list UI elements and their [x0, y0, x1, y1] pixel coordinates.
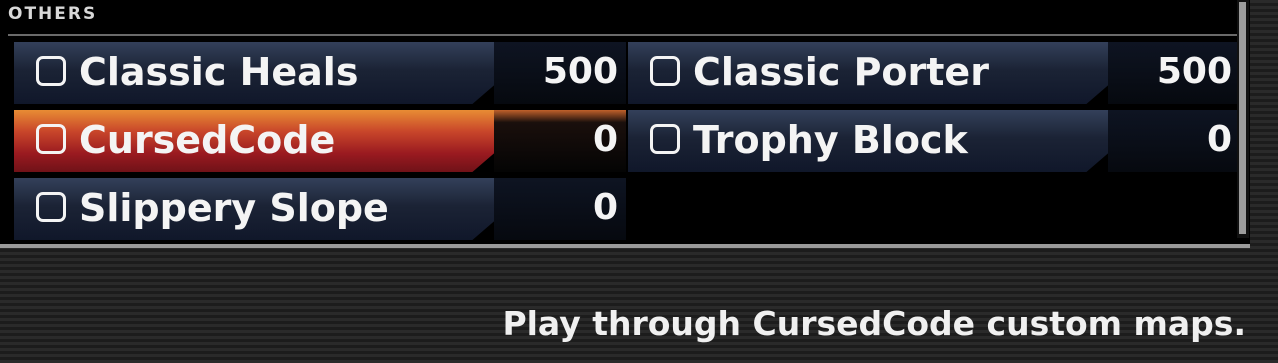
- checkbox-icon[interactable]: [36, 124, 66, 154]
- mod-value: 0: [1206, 119, 1232, 160]
- checkbox-icon[interactable]: [36, 192, 66, 222]
- mod-label: CursedCode: [79, 118, 336, 162]
- mod-value-cell: 500: [494, 42, 626, 104]
- mod-label-cell: Slippery Slope: [14, 178, 494, 240]
- description-text: Play through CursedCode custom maps.: [502, 304, 1246, 343]
- header-divider: [8, 34, 1240, 36]
- scrollbar[interactable]: [1237, 0, 1249, 238]
- scrollbar-thumb[interactable]: [1239, 2, 1246, 234]
- mod-value-cell: 0: [1108, 110, 1240, 172]
- checkbox-icon[interactable]: [36, 56, 66, 86]
- mod-row-slippery-slope[interactable]: Slippery Slope 0: [14, 178, 626, 240]
- mod-label: Trophy Block: [693, 118, 968, 162]
- checkbox-icon[interactable]: [650, 124, 680, 154]
- mod-value: 500: [1156, 51, 1232, 92]
- checkbox-icon[interactable]: [650, 56, 680, 86]
- mod-value-cell: 0: [494, 110, 626, 172]
- mod-row-cursedcode[interactable]: CursedCode 0: [14, 110, 626, 172]
- mod-value: 0: [592, 119, 618, 160]
- others-panel: OTHERS Classic Heals 500 Classic Porter …: [0, 0, 1250, 248]
- mod-value-cell: 500: [1108, 42, 1240, 104]
- mod-label-cell: Classic Porter: [628, 42, 1108, 104]
- mod-row-classic-heals[interactable]: Classic Heals 500: [14, 42, 626, 104]
- mod-row-classic-porter[interactable]: Classic Porter 500: [628, 42, 1240, 104]
- mod-label-cell: Classic Heals: [14, 42, 494, 104]
- mod-value: 500: [542, 51, 618, 92]
- mod-label: Classic Porter: [693, 50, 989, 94]
- mod-value: 0: [592, 187, 618, 228]
- mod-row-trophy-block[interactable]: Trophy Block 0: [628, 110, 1240, 172]
- mod-label: Classic Heals: [79, 50, 359, 94]
- mod-label-cell: CursedCode: [14, 110, 494, 172]
- mod-label-cell: Trophy Block: [628, 110, 1108, 172]
- mod-value-cell: 0: [494, 178, 626, 240]
- section-header: OTHERS: [8, 4, 98, 24]
- mod-label: Slippery Slope: [79, 186, 389, 230]
